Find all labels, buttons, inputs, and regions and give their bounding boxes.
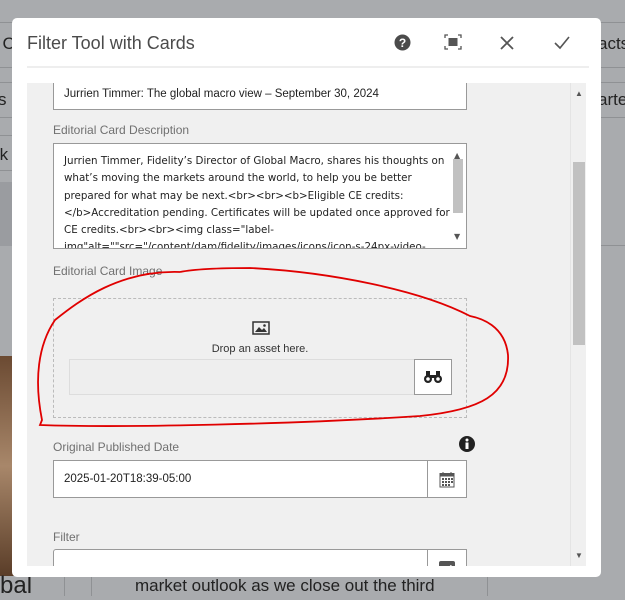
- red-annotation-circle: [37, 267, 509, 427]
